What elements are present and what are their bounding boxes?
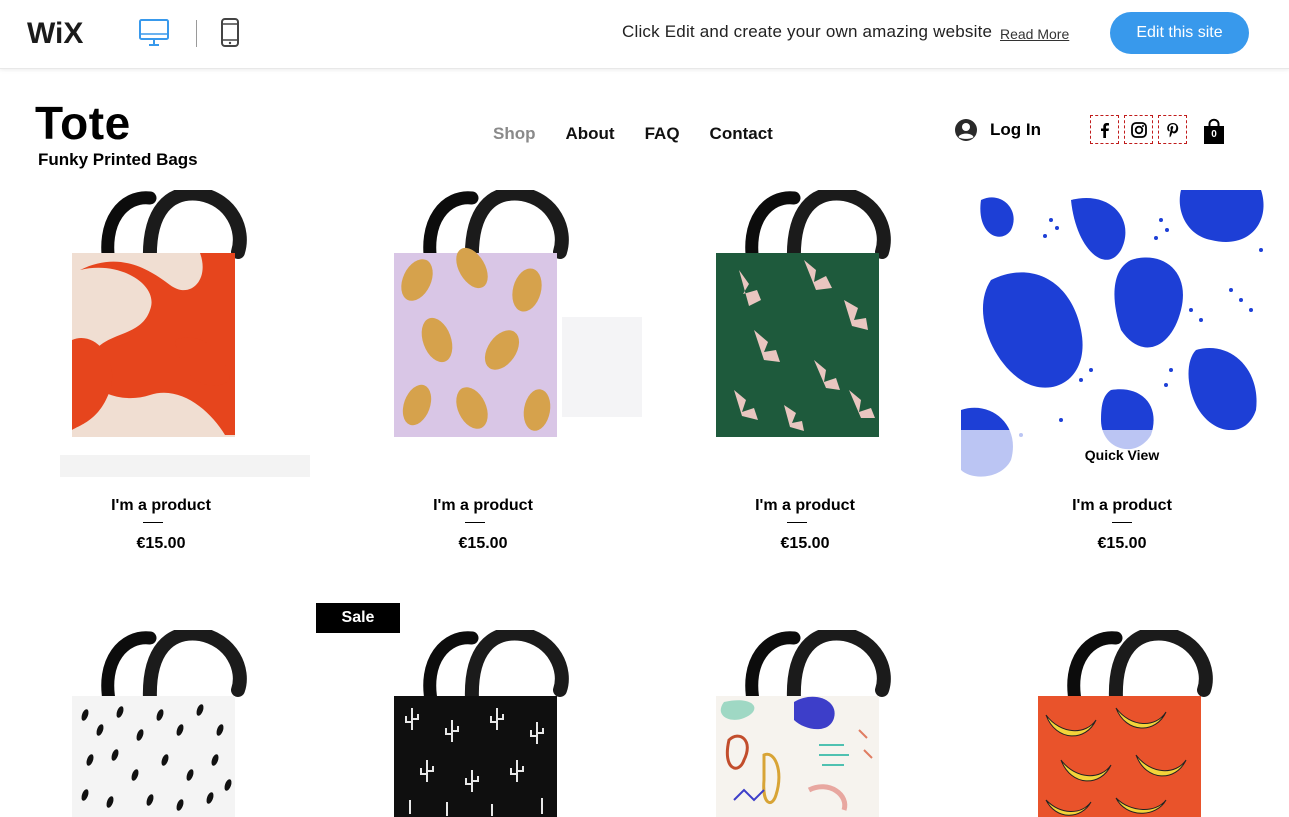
wix-top-bar: WiX Click Edit and create your own amazi… xyxy=(0,0,1289,69)
product-image[interactable] xyxy=(644,190,966,480)
nav-item-contact[interactable]: Contact xyxy=(710,124,773,144)
user-avatar-icon xyxy=(955,119,977,141)
wix-logo[interactable]: WiX xyxy=(27,16,91,48)
site-tagline: Funky Printed Bags xyxy=(38,150,198,169)
product-image[interactable] xyxy=(966,630,1288,817)
product-image[interactable] xyxy=(0,630,322,817)
pinterest-icon[interactable] xyxy=(1158,115,1187,144)
product-card[interactable] xyxy=(966,630,1288,817)
product-name[interactable]: I'm a product xyxy=(961,497,1283,515)
cart-count: 0 xyxy=(1211,129,1217,140)
view-separator xyxy=(196,20,197,47)
product-card[interactable]: I'm a product €15.00 xyxy=(0,190,322,552)
product-image[interactable]: Quick View xyxy=(961,190,1283,480)
product-price: €15.00 xyxy=(780,535,830,552)
quick-view-button[interactable]: Quick View xyxy=(961,430,1283,480)
product-image[interactable] xyxy=(322,630,644,817)
nav-item-shop[interactable]: Shop xyxy=(493,124,536,144)
mobile-view-icon[interactable] xyxy=(219,18,241,48)
facebook-icon[interactable] xyxy=(1090,115,1119,144)
login-button[interactable]: Log In xyxy=(954,118,1041,142)
nav-item-about[interactable]: About xyxy=(566,124,615,144)
product-card[interactable]: I'm a product €15.00 xyxy=(644,190,966,552)
product-divider xyxy=(465,522,485,523)
read-more-link[interactable]: Read More xyxy=(1000,26,1069,42)
desktop-view-icon[interactable] xyxy=(138,18,170,48)
nav-item-faq[interactable]: FAQ xyxy=(645,124,680,144)
tote-bag-image xyxy=(394,630,569,817)
site-title[interactable]: Tote xyxy=(35,96,131,150)
product-price: €15.00 xyxy=(1097,535,1147,552)
tote-bag-image xyxy=(72,630,247,817)
promo-text: Click Edit and create your own amazing w… xyxy=(622,22,993,41)
product-image[interactable] xyxy=(0,190,322,480)
product-divider xyxy=(143,522,163,523)
product-name[interactable]: I'm a product xyxy=(0,497,322,515)
sale-badge: Sale xyxy=(316,603,400,633)
product-card[interactable]: Quick View I'm a product €15.00 xyxy=(961,190,1283,552)
tote-bag-image xyxy=(716,630,891,817)
cart-button[interactable]: 0 xyxy=(1202,118,1226,145)
product-card[interactable] xyxy=(0,630,322,817)
main-nav: Shop About FAQ Contact xyxy=(493,124,803,144)
tote-bag-image xyxy=(60,190,310,477)
product-image[interactable] xyxy=(644,630,966,817)
product-price: €15.00 xyxy=(136,535,186,552)
tote-bag-image xyxy=(716,190,891,437)
product-image[interactable] xyxy=(322,190,644,480)
product-name[interactable]: I'm a product xyxy=(644,497,966,515)
tote-bag-image xyxy=(1038,630,1213,817)
edit-this-site-button[interactable]: Edit this site xyxy=(1110,12,1249,54)
product-card[interactable]: I'm a product €15.00 xyxy=(322,190,644,552)
product-price: €15.00 xyxy=(458,535,508,552)
svg-text:WiX: WiX xyxy=(27,17,83,48)
product-card[interactable] xyxy=(322,630,644,817)
product-divider xyxy=(787,522,807,523)
tote-bag-image xyxy=(394,190,642,437)
product-card[interactable] xyxy=(644,630,966,817)
instagram-icon[interactable] xyxy=(1124,115,1153,144)
product-name[interactable]: I'm a product xyxy=(322,497,644,515)
product-divider xyxy=(1112,522,1132,523)
login-label: Log In xyxy=(990,120,1041,139)
